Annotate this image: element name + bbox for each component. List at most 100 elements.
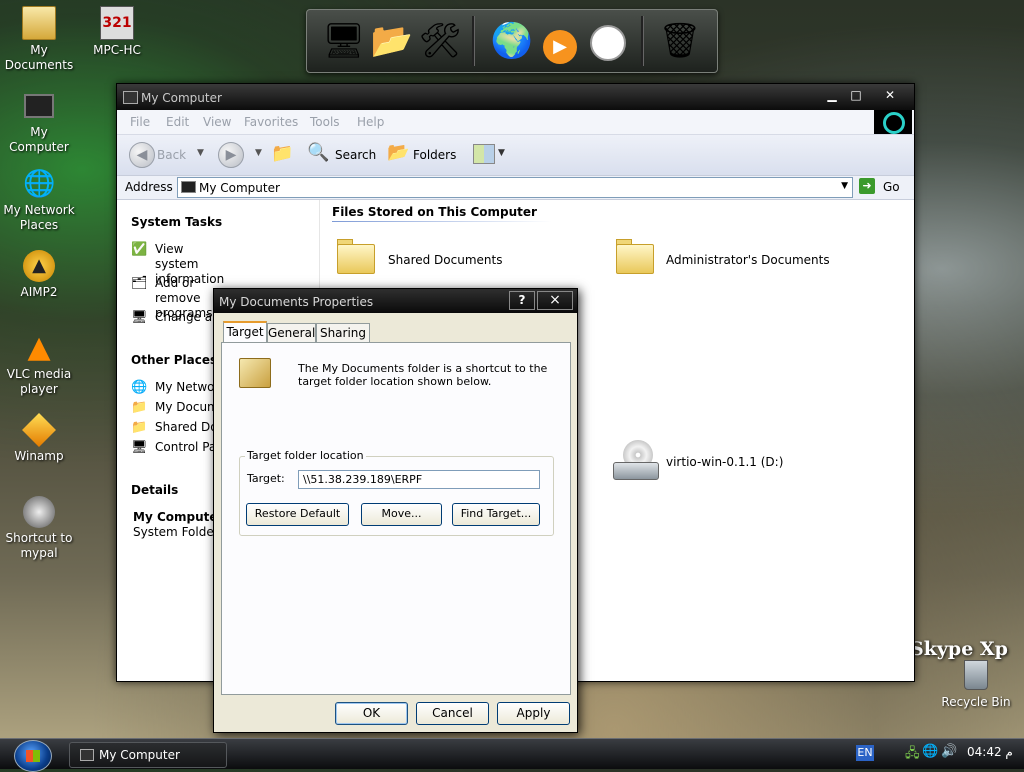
clock[interactable]: 04:42 م	[967, 745, 1013, 759]
dock-separator	[472, 16, 475, 66]
folders-button[interactable]: Folders	[413, 148, 456, 162]
back-arrow-icon[interactable]: ◀	[129, 142, 155, 168]
menu-file[interactable]: File	[130, 115, 150, 129]
skype-watermark: Skype Xp	[910, 638, 1008, 660]
desktop-icon-my-computer[interactable]: My Computer	[0, 88, 78, 155]
folders-icon[interactable]: 📂	[387, 142, 409, 163]
menu-help[interactable]: Help	[357, 115, 384, 129]
network-icon: 🌐	[131, 380, 148, 395]
dialog-close-button[interactable]: ×	[537, 291, 573, 310]
maximize-button[interactable]: □	[843, 87, 869, 104]
desktop-icon-my-documents[interactable]: My Documents	[0, 6, 78, 73]
restore-default-button[interactable]: Restore Default	[246, 503, 349, 526]
apply-button[interactable]: Apply	[497, 702, 570, 725]
group-label: Target folder location	[245, 449, 366, 462]
folder-docs-icon: 📁	[131, 400, 148, 415]
tab-sharing[interactable]: Sharing	[316, 323, 370, 343]
programs-icon: 🗂	[131, 276, 148, 291]
target-tab-panel: The My Documents folder is a shortcut to…	[221, 342, 571, 695]
clock-icon[interactable]	[585, 18, 631, 64]
taskbar-button-my-computer[interactable]: My Computer	[69, 742, 227, 768]
folder-icon[interactable]	[337, 238, 375, 274]
desktop-icon-my-network-places[interactable]: 🌐 My Network Places	[0, 168, 78, 233]
chevron-down-icon[interactable]: ▼	[197, 148, 204, 158]
link-label: Change a	[155, 310, 213, 324]
cd-drive-icon[interactable]	[613, 440, 659, 480]
network-tray-icon[interactable]: 🖧	[905, 744, 920, 766]
desktop-icon-mpc-hc[interactable]: 321 MPC-HC	[78, 6, 156, 58]
ok-button[interactable]: OK	[335, 702, 408, 725]
help-button[interactable]: ?	[509, 291, 535, 310]
desktop-icon-recycle-bin[interactable]: Recycle Bin	[937, 660, 1015, 710]
control-panel-icon: 🖥	[131, 440, 148, 455]
windows-logo-icon	[874, 110, 912, 134]
window-title: My Computer	[141, 91, 222, 105]
menu-favorites[interactable]: Favorites	[244, 115, 298, 129]
toolbar: ◀ Back ▼ ▶ ▼ 📁 🔍 Search 📂 Folders ▼	[117, 135, 914, 176]
recycle-bin-icon	[964, 660, 988, 690]
desktop-icon-vlc[interactable]: ▲ VLC media player	[0, 332, 78, 397]
go-button[interactable]: Go	[883, 180, 900, 194]
desktop-icon-mypal[interactable]: Shortcut to mypal	[0, 496, 78, 561]
properties-dialog: My Documents Properties ? × Target Gener…	[213, 288, 578, 733]
desktop-icon-winamp[interactable]: Winamp	[0, 413, 78, 464]
chevron-down-icon[interactable]: ▼	[498, 148, 505, 158]
tab-target[interactable]: Target	[223, 321, 267, 344]
trash-icon[interactable]: 🗑	[657, 18, 703, 64]
menu-tools[interactable]: Tools	[310, 115, 340, 129]
link-label: My Docum	[155, 400, 219, 414]
control-panel-icon[interactable]: 🛠	[417, 18, 463, 64]
chevron-down-icon[interactable]: ▼	[841, 181, 848, 191]
find-target-button[interactable]: Find Target...	[452, 503, 540, 526]
my-documents-folder-icon	[239, 358, 271, 388]
explorer-titlebar[interactable]: My Computer ▁ □ ✕	[117, 84, 914, 110]
back-button[interactable]: Back	[157, 148, 186, 162]
administrator-documents-item[interactable]: Administrator's Documents	[666, 253, 830, 267]
dock-separator	[641, 16, 644, 66]
move-button[interactable]: Move...	[361, 503, 442, 526]
volume-tray-icon[interactable]: 🔊	[941, 744, 957, 759]
media-play-icon[interactable]: ▶	[537, 18, 583, 64]
details-heading[interactable]: Details	[131, 483, 178, 497]
go-arrow-icon[interactable]: ➜	[859, 178, 875, 194]
details-type: System Folder	[133, 525, 219, 539]
computer-icon	[123, 91, 138, 104]
search-button[interactable]: Search	[335, 148, 376, 162]
language-indicator[interactable]: EN	[856, 745, 874, 761]
system-tasks-heading[interactable]: System Tasks	[131, 215, 222, 229]
computer-icon[interactable]: 🖥	[321, 18, 367, 64]
forward-arrow-icon[interactable]: ▶	[218, 142, 244, 168]
dialog-title: My Documents Properties	[219, 295, 374, 309]
minimize-button[interactable]: ▁	[819, 87, 845, 104]
windows-logo-icon	[26, 750, 40, 762]
details-name: My Computer	[133, 510, 224, 524]
chevron-down-icon[interactable]: ▼	[255, 148, 262, 158]
drive-label[interactable]: virtio-win-0.1.1 (D:)	[666, 455, 783, 469]
cancel-button[interactable]: Cancel	[416, 702, 489, 725]
globe-icon[interactable]: 🌍	[489, 18, 535, 64]
search-icon[interactable]: 🔍	[307, 142, 329, 163]
start-button[interactable]	[14, 740, 52, 772]
views-icon[interactable]	[473, 144, 495, 164]
menu-edit[interactable]: Edit	[166, 115, 189, 129]
dialog-titlebar[interactable]: My Documents Properties ? ×	[214, 289, 577, 313]
desktop-icon-aimp2[interactable]: ▲ AIMP2	[0, 250, 78, 300]
target-input[interactable]: \\51.38.239.189\ERPF	[298, 470, 540, 489]
address-input[interactable]: My Computer ▼	[177, 177, 853, 198]
up-folder-icon[interactable]: 📁	[271, 143, 293, 164]
folder-icon[interactable]	[616, 238, 654, 274]
skype-tray-icon[interactable]: 🌐	[922, 744, 938, 759]
close-button[interactable]: ✕	[877, 87, 903, 104]
folder-icon: 📁	[131, 420, 148, 435]
control-panel-icon: 🖥	[131, 310, 148, 325]
other-places-heading[interactable]: Other Places	[131, 353, 217, 367]
taskbar-button-label: My Computer	[99, 748, 180, 762]
shared-documents-item[interactable]: Shared Documents	[388, 253, 502, 267]
menu-bar: File Edit View Favorites Tools Help	[117, 110, 914, 135]
folders-icon[interactable]: 📂	[369, 18, 415, 64]
desktop-icon-label: My Documents	[4, 43, 74, 72]
checklist-icon: ✅	[131, 242, 148, 257]
menu-view[interactable]: View	[203, 115, 231, 129]
tab-general[interactable]: General	[267, 323, 316, 343]
desktop-icon-label: Winamp	[14, 449, 64, 463]
